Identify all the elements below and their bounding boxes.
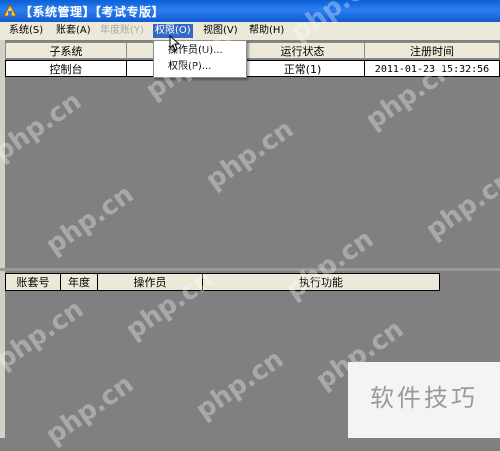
menu-help[interactable]: 帮助(H) — [247, 24, 286, 38]
mouse-pointer-icon — [169, 35, 181, 51]
menu-item-permission[interactable]: 权限(P)... — [168, 60, 211, 74]
app-icon — [3, 4, 17, 17]
menu-bar: 系统(S) 账套(A) 年度账(Y) 权限(O) 视图(V) 帮助(H) — [0, 22, 500, 41]
column-header-subsystem[interactable]: 子系统 — [5, 42, 127, 59]
badge-text: 软件技巧 — [370, 384, 478, 412]
menu-system[interactable]: 系统(S) — [7, 24, 45, 38]
window-title: 【系统管理】【考试专版】 — [20, 5, 165, 19]
column-header-function[interactable]: 执行功能 — [202, 273, 440, 291]
column-header-year[interactable]: 年度 — [60, 273, 98, 291]
subsystem-pane: 子系统 运行状态 注册时间 控制台 正常(1) 2011-01-23 15:32… — [5, 40, 500, 268]
column-header-operator[interactable]: 操作员 — [97, 273, 203, 291]
menu-account[interactable]: 账套(A) — [54, 24, 93, 38]
cell-register-time: 2011-01-23 15:32:56 — [364, 60, 500, 77]
cell-status: 正常(1) — [240, 60, 365, 77]
menu-fiscal-year[interactable]: 年度账(Y) — [98, 24, 146, 38]
permissions-dropdown: 操作员(U)... 权限(P)... — [153, 40, 247, 78]
column-header-account-no[interactable]: 账套号 — [5, 273, 61, 291]
cell-subsystem: 控制台 — [5, 60, 127, 77]
site-badge: 软件技巧 — [348, 362, 500, 438]
column-header-status[interactable]: 运行状态 — [240, 42, 365, 59]
title-bar: 【系统管理】【考试专版】 — [0, 0, 500, 22]
column-header-register-time[interactable]: 注册时间 — [364, 42, 500, 59]
menu-view[interactable]: 视图(V) — [201, 24, 240, 38]
